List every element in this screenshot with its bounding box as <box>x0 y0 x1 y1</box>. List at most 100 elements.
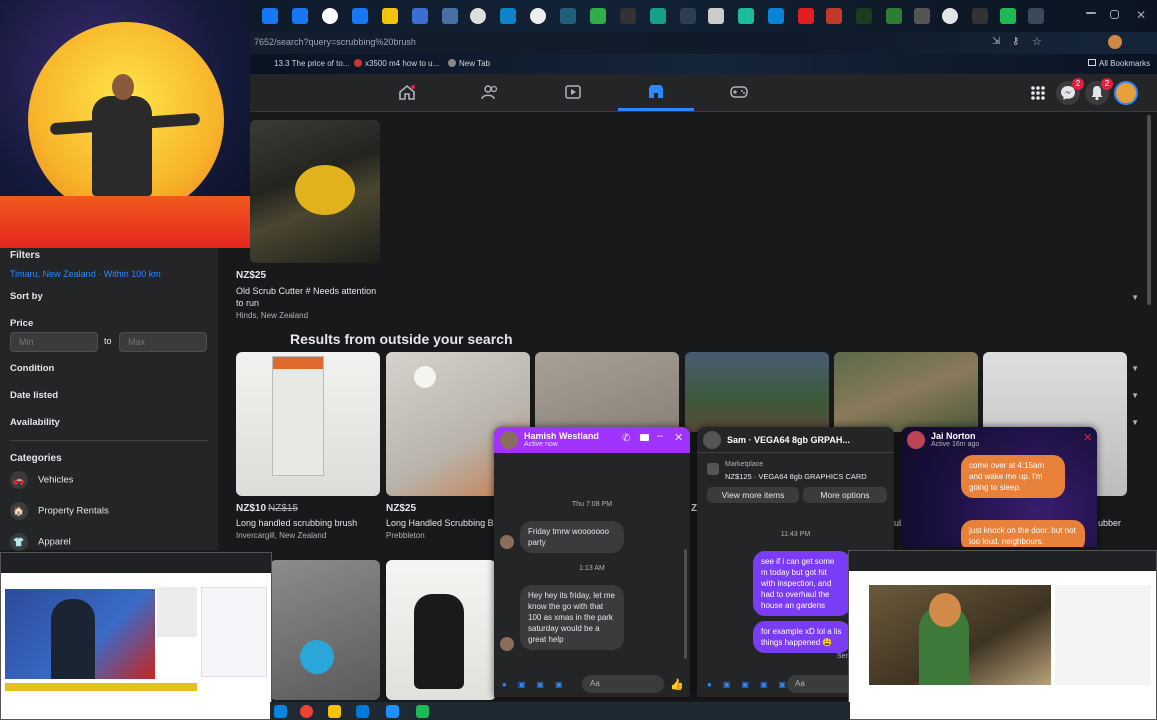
home-icon[interactable] <box>398 84 416 100</box>
bookmark-star-icon[interactable]: ☆ <box>1032 35 1042 48</box>
minimize-icon[interactable] <box>1086 12 1096 14</box>
chat-header[interactable]: Jai Norton Active 16m ago ✕ <box>901 427 1097 453</box>
profile-avatar-icon[interactable] <box>1108 35 1122 49</box>
tab-icon[interactable] <box>442 8 458 24</box>
chat-actions-icon[interactable]: ●▣▣▣▣ <box>707 680 797 689</box>
listing-price[interactable]: NZ$25 <box>386 503 416 514</box>
listing-photo[interactable] <box>270 560 380 700</box>
facebook-tab-icon[interactable] <box>262 8 278 24</box>
category-property-rentals[interactable]: 🏠 Property Rentals <box>10 502 109 520</box>
condition-dropdown[interactable]: Condition <box>10 363 54 374</box>
tab-icon[interactable] <box>738 8 754 24</box>
tab-icon[interactable] <box>708 8 724 24</box>
chat-contact-name[interactable]: Sam · VEGA64 8gb GRPAH... <box>727 435 850 445</box>
sort-by-dropdown[interactable]: Sort by <box>10 291 43 302</box>
min-price-input[interactable] <box>10 332 98 352</box>
like-icon[interactable]: 👍 <box>670 678 684 691</box>
message-input[interactable]: Aa <box>582 675 664 693</box>
minimize-chat-icon[interactable]: – <box>657 430 663 442</box>
tab-icon[interactable] <box>680 8 696 24</box>
video-icon[interactable] <box>640 434 649 441</box>
address-bar[interactable]: 7652/search?query=scrubbing%20brush ⇲ ⚷ … <box>250 32 1157 54</box>
store-icon[interactable] <box>356 705 369 718</box>
phone-icon[interactable]: ✆ <box>622 433 630 444</box>
facebook-tab-icon[interactable] <box>352 8 368 24</box>
more-options-button[interactable]: More options <box>803 487 887 503</box>
tab-icon[interactable] <box>412 8 428 24</box>
listing-photo[interactable] <box>386 560 496 700</box>
bookmark-item[interactable]: 13.3 The price of to... <box>274 59 349 68</box>
notifications-button[interactable]: 2 <box>1085 78 1113 105</box>
pip-window-youtube[interactable] <box>848 550 1157 720</box>
view-more-items-button[interactable]: View more items <box>707 487 799 503</box>
gaming-icon[interactable] <box>730 84 748 100</box>
chat-actions-icon[interactable]: ●▣▣▣ <box>502 680 574 689</box>
listing-price[interactable]: NZ$10 NZ$15 <box>236 503 298 514</box>
youtube-video[interactable] <box>869 585 1051 685</box>
tab-icon[interactable] <box>768 8 784 24</box>
chat-scrollbar[interactable] <box>684 549 687 659</box>
maximize-icon[interactable] <box>1110 10 1119 19</box>
youtube-tab-icon[interactable] <box>798 8 814 24</box>
listing-photo[interactable] <box>250 120 380 263</box>
chat-contact-name[interactable]: Hamish Westland <box>524 431 599 441</box>
chat-header[interactable]: Sam · VEGA64 8gb GRPAH... <box>697 427 894 453</box>
tab-icon[interactable] <box>620 8 636 24</box>
tab-icon[interactable] <box>914 8 930 24</box>
tab-icon[interactable] <box>972 8 988 24</box>
google-tab-icon[interactable] <box>322 8 338 24</box>
tab-icon[interactable] <box>500 8 516 24</box>
watch-icon[interactable] <box>564 84 582 100</box>
news-video[interactable] <box>5 589 155 679</box>
friends-icon[interactable] <box>481 84 499 100</box>
google-tab-icon[interactable] <box>942 8 958 24</box>
listing-title[interactable]: Long handled scrubbing brush <box>236 517 357 529</box>
all-bookmarks[interactable]: All Bookmarks <box>1088 59 1150 68</box>
tab-icon[interactable] <box>1000 8 1016 24</box>
chat-contact-name[interactable]: Jai Norton <box>931 431 976 441</box>
close-window-icon[interactable]: ✕ <box>1136 8 1152 24</box>
key-icon[interactable]: ⚷ <box>1012 36 1019 47</box>
listing-title[interactable]: ubber <box>1098 517 1121 529</box>
bookmark-item[interactable]: New Tab <box>448 59 490 68</box>
tab-icon[interactable] <box>590 8 606 24</box>
tab-icon[interactable] <box>886 8 902 24</box>
listing-photo[interactable] <box>236 352 380 496</box>
pip-window-news[interactable] <box>0 552 272 720</box>
app-icon[interactable] <box>416 705 429 718</box>
listing-price[interactable]: NZ$25 <box>236 270 266 281</box>
marketplace-listing[interactable]: NZ$125 · VEGA64 8gb GRAPHICS CARD <box>725 472 867 481</box>
menu-grid-button[interactable] <box>1026 81 1050 105</box>
listing-title[interactable]: Long Handled Scrubbing Br <box>386 517 494 529</box>
tab-icon[interactable] <box>470 8 486 24</box>
date-listed-dropdown[interactable]: Date listed <box>10 390 58 401</box>
tab-icon[interactable] <box>560 8 576 24</box>
tab-icon[interactable] <box>826 8 842 24</box>
max-price-input[interactable] <box>119 332 207 352</box>
chrome-icon[interactable] <box>300 705 313 718</box>
install-icon[interactable]: ⇲ <box>992 36 1000 47</box>
facebook-tab-icon[interactable] <box>292 8 308 24</box>
category-apparel[interactable]: 👕 Apparel <box>10 533 71 551</box>
tab-icon[interactable] <box>856 8 872 24</box>
listing-photo[interactable] <box>535 352 679 432</box>
bookmark-item[interactable]: x3500 m4 how to u... <box>354 59 439 68</box>
listing-photo[interactable] <box>834 352 978 432</box>
mail-icon[interactable] <box>386 705 399 718</box>
close-chat-icon[interactable]: ✕ <box>674 431 683 444</box>
account-avatar[interactable] <box>1114 81 1138 105</box>
file-explorer-icon[interactable] <box>328 705 341 718</box>
close-chat-icon[interactable]: ✕ <box>1083 431 1092 444</box>
availability-dropdown[interactable]: Availability <box>10 417 60 428</box>
marketplace-icon[interactable] <box>647 84 665 100</box>
listing-photo[interactable] <box>685 352 829 432</box>
new-tab-icon[interactable] <box>1028 8 1044 24</box>
listing-title[interactable]: Old Scrub Cutter # Needs attention to ru… <box>236 285 386 309</box>
messenger-button[interactable]: 2 <box>1056 78 1084 105</box>
location-filter-link[interactable]: Timaru, New Zealand · Within 100 km <box>10 269 161 279</box>
start-icon[interactable] <box>274 705 287 718</box>
tab-icon[interactable] <box>530 8 546 24</box>
tab-icon[interactable] <box>650 8 666 24</box>
category-vehicles[interactable]: 🚗 Vehicles <box>10 471 73 489</box>
tab-icon[interactable] <box>382 8 398 24</box>
